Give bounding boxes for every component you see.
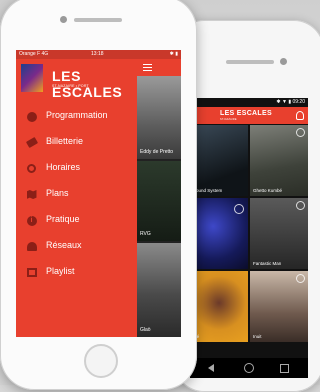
- artist-tile[interactable]: [190, 198, 248, 269]
- artist-tile[interactable]: Sound System: [190, 125, 248, 196]
- people-icon: [26, 241, 37, 252]
- menu-item-playlist[interactable]: Playlist: [16, 263, 137, 283]
- iphone: Orange F 4G 13:18 ✱ ▮ LES ESCALES ST-NAZ…: [0, 0, 197, 390]
- menu-item-billetterie[interactable]: Billetterie: [16, 133, 137, 153]
- artist-tile[interactable]: RVG: [137, 161, 181, 241]
- app-logo-subtitle: ST-NAZAIRE: [220, 118, 237, 121]
- artist-tile[interactable]: Ibé: [190, 271, 248, 342]
- app-logo-title: LES ESCALES: [220, 110, 272, 117]
- camera-icon: [280, 58, 287, 65]
- status-time: 13:18: [91, 51, 104, 57]
- artist-name: Glaö: [140, 327, 151, 333]
- menu-item-label: Pratique: [46, 214, 80, 224]
- menu-item-pratique[interactable]: i Pratique: [16, 211, 137, 231]
- map-icon: [26, 189, 37, 200]
- artist-tile[interactable]: Fantastic Man: [250, 198, 308, 269]
- camera-icon: [60, 16, 67, 23]
- navigation-drawer: LES ESCALES ST-NAZAIRE • PORT Programmat…: [16, 59, 137, 337]
- artist-tile[interactable]: Ghetto Kumbé: [250, 125, 308, 196]
- content-header: [137, 59, 181, 76]
- artist-name: Eddy de Pretto: [140, 149, 174, 155]
- home-button[interactable]: [84, 344, 118, 378]
- play-icon[interactable]: [296, 128, 305, 137]
- user-icon[interactable]: [296, 111, 304, 120]
- info-icon: i: [26, 215, 37, 226]
- speaker-grille: [74, 18, 122, 22]
- play-icon[interactable]: [296, 201, 305, 210]
- play-icon[interactable]: [234, 204, 244, 214]
- content-peek: Eddy de Pretto RVG Glaö: [137, 59, 181, 337]
- android-screen: ✱ ▼ ▮ 09:20 LES ESCALES ST-NAZAIRE Sound…: [190, 98, 308, 378]
- ios-status-bar: Orange F 4G 13:18 ✱ ▮: [16, 50, 181, 59]
- android-status-bar: ✱ ▼ ▮ 09:20: [190, 98, 308, 107]
- festival-logo-icon: [21, 64, 43, 92]
- menu-item-label: Billetterie: [46, 136, 84, 146]
- artist-tile[interactable]: Glaö: [137, 243, 181, 337]
- disc-icon: [26, 111, 37, 122]
- menu-item-label: Horaires: [46, 162, 81, 172]
- artist-tile[interactable]: Eddy de Pretto: [137, 76, 181, 159]
- artist-name: Sound System: [193, 188, 223, 193]
- menu-item-programmation[interactable]: Programmation: [16, 107, 137, 127]
- menu-item-label: Plans: [46, 188, 69, 198]
- artist-name: Ghetto Kumbé: [253, 188, 283, 193]
- playlist-icon: [26, 267, 37, 278]
- android-app-header: LES ESCALES ST-NAZAIRE: [190, 107, 308, 124]
- artist-tile[interactable]: Inuit: [250, 271, 308, 342]
- recents-icon[interactable]: [280, 364, 289, 373]
- menu-item-label: Programmation: [46, 110, 108, 120]
- speaker-grille: [226, 60, 274, 64]
- status-icons: ✱ ▮: [169, 51, 178, 57]
- menu-item-reseaux[interactable]: Réseaux: [16, 237, 137, 257]
- play-icon[interactable]: [296, 274, 305, 283]
- ticket-icon: [25, 136, 38, 149]
- home-icon[interactable]: [244, 363, 254, 373]
- menu-item-label: Réseaux: [46, 240, 82, 250]
- app-logo-subtitle: ST-NAZAIRE • PORT: [52, 84, 89, 88]
- menu-item-plans[interactable]: Plans: [16, 185, 137, 205]
- clock-icon: [26, 163, 37, 174]
- artist-name: RVG: [140, 231, 151, 237]
- artist-name: Fantastic Man: [253, 261, 282, 266]
- back-icon[interactable]: [208, 364, 214, 372]
- menu-item-horaires[interactable]: Horaires: [16, 159, 137, 179]
- iphone-screen: Orange F 4G 13:18 ✱ ▮ LES ESCALES ST-NAZ…: [16, 50, 181, 337]
- hamburger-menu-icon[interactable]: [143, 64, 152, 71]
- android-nav-bar: [190, 358, 308, 378]
- carrier-label: Orange F 4G: [19, 51, 49, 57]
- artist-name: Inuit: [253, 334, 262, 339]
- menu-item-label: Playlist: [46, 266, 75, 276]
